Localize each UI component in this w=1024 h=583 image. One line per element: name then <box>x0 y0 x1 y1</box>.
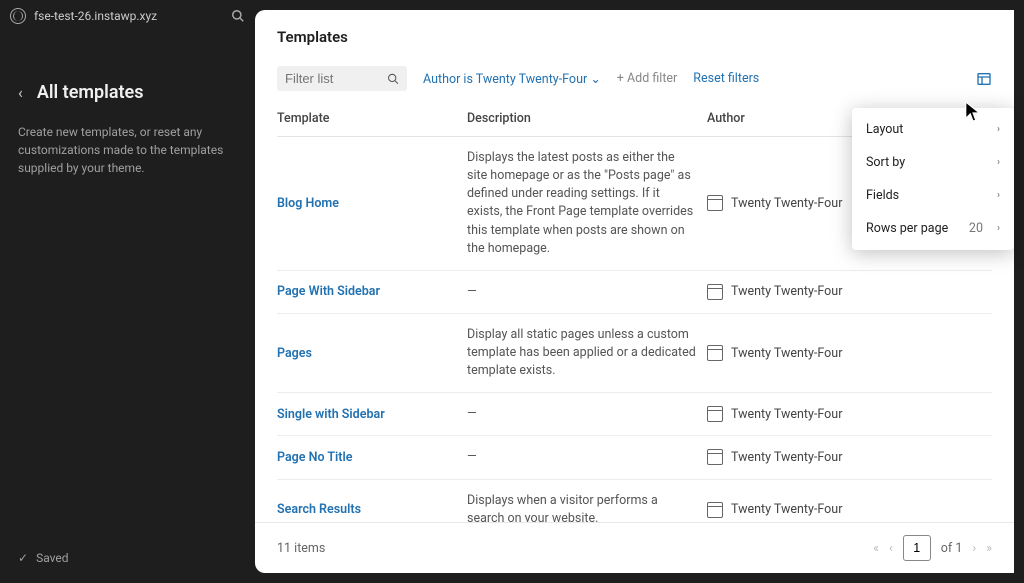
column-description[interactable]: Description <box>467 111 707 126</box>
sidebar-description: Create new templates, or reset any custo… <box>18 123 237 177</box>
menu-item-layout[interactable]: Layout› <box>852 113 1014 146</box>
table-row[interactable]: PagesDisplay all static pages unless a c… <box>277 314 992 393</box>
next-page-button[interactable]: › <box>972 541 976 556</box>
template-name-link[interactable]: Page With Sidebar <box>277 284 467 299</box>
template-description: — <box>467 405 707 423</box>
theme-icon <box>707 345 723 361</box>
table-row[interactable]: Page No Title—Twenty Twenty-Four <box>277 436 992 479</box>
main-panel: Templates Author is Twenty Twenty-Four ⌄… <box>255 10 1014 573</box>
settings-icon <box>976 71 992 87</box>
chevron-right-icon: › <box>997 157 1000 168</box>
filter-text-field[interactable] <box>285 71 387 86</box>
table-footer: 11 items « ‹ of 1 › » <box>255 522 1014 573</box>
template-name-link[interactable]: Pages <box>277 346 467 361</box>
template-author: Twenty Twenty-Four <box>707 345 992 361</box>
template-description: Displays when a visitor performs a searc… <box>467 492 707 523</box>
table-row[interactable]: Single with Sidebar—Twenty Twenty-Four <box>277 393 992 436</box>
template-name-link[interactable]: Search Results <box>277 502 467 517</box>
menu-item-sort-by[interactable]: Sort by› <box>852 146 1014 179</box>
saved-status: ✓ Saved <box>18 551 69 565</box>
theme-icon <box>707 284 723 300</box>
admin-topbar: fse-test-26.instawp.xyz <box>0 0 255 32</box>
template-description: — <box>467 448 707 466</box>
theme-icon <box>707 406 723 422</box>
theme-icon <box>707 195 723 211</box>
table-row[interactable]: Page With Sidebar—Twenty Twenty-Four <box>277 271 992 314</box>
item-count: 11 items <box>277 541 325 556</box>
prev-page-button[interactable]: ‹ <box>889 541 893 556</box>
template-description: — <box>467 283 707 301</box>
sidebar-title: All templates <box>37 82 144 103</box>
template-name-link[interactable]: Blog Home <box>277 196 467 211</box>
template-author: Twenty Twenty-Four <box>707 449 992 465</box>
template-author: Twenty Twenty-Four <box>707 284 992 300</box>
chevron-right-icon: › <box>997 190 1000 201</box>
theme-icon <box>707 449 723 465</box>
template-name-link[interactable]: Single with Sidebar <box>277 407 467 422</box>
template-author: Twenty Twenty-Four <box>707 502 992 518</box>
chevron-down-icon: ⌄ <box>590 72 600 87</box>
first-page-button[interactable]: « <box>873 541 879 556</box>
page-title: Templates <box>255 10 1014 60</box>
search-icon <box>387 72 399 86</box>
reset-filters-button[interactable]: Reset filters <box>693 71 759 86</box>
site-name[interactable]: fse-test-26.instawp.xyz <box>34 9 157 23</box>
template-description: Display all static pages unless a custom… <box>467 326 707 380</box>
chevron-right-icon: › <box>997 223 1000 234</box>
back-chevron-icon[interactable]: ‹ <box>18 83 23 102</box>
page-input[interactable] <box>903 535 931 561</box>
pagination: « ‹ of 1 › » <box>873 535 992 561</box>
search-icon[interactable] <box>231 9 245 23</box>
menu-item-fields[interactable]: Fields› <box>852 179 1014 212</box>
view-options-button[interactable] <box>976 71 992 87</box>
sidebar: ‹ All templates Create new templates, or… <box>0 32 255 583</box>
table-row[interactable]: Search ResultsDisplays when a visitor pe… <box>277 480 992 523</box>
column-template[interactable]: Template <box>277 111 467 126</box>
page-of-label: of 1 <box>941 541 963 556</box>
filter-input[interactable] <box>277 66 407 91</box>
template-name-link[interactable]: Page No Title <box>277 450 467 465</box>
template-description: Displays the latest posts as either the … <box>467 149 707 258</box>
last-page-button[interactable]: » <box>986 541 992 556</box>
toolbar: Author is Twenty Twenty-Four ⌄ + Add fil… <box>255 60 1014 101</box>
wordpress-logo-icon[interactable] <box>10 8 26 24</box>
template-author: Twenty Twenty-Four <box>707 406 992 422</box>
add-filter-button[interactable]: + Add filter <box>617 71 677 86</box>
active-filter-chip[interactable]: Author is Twenty Twenty-Four ⌄ <box>423 71 601 87</box>
theme-icon <box>707 502 723 518</box>
menu-item-rows-per-page[interactable]: Rows per page 20› <box>852 212 1014 245</box>
chevron-right-icon: › <box>997 124 1000 135</box>
view-options-menu: Layout› Sort by› Fields› Rows per page 2… <box>852 108 1014 250</box>
check-icon: ✓ <box>18 551 28 565</box>
saved-label: Saved <box>36 551 68 565</box>
